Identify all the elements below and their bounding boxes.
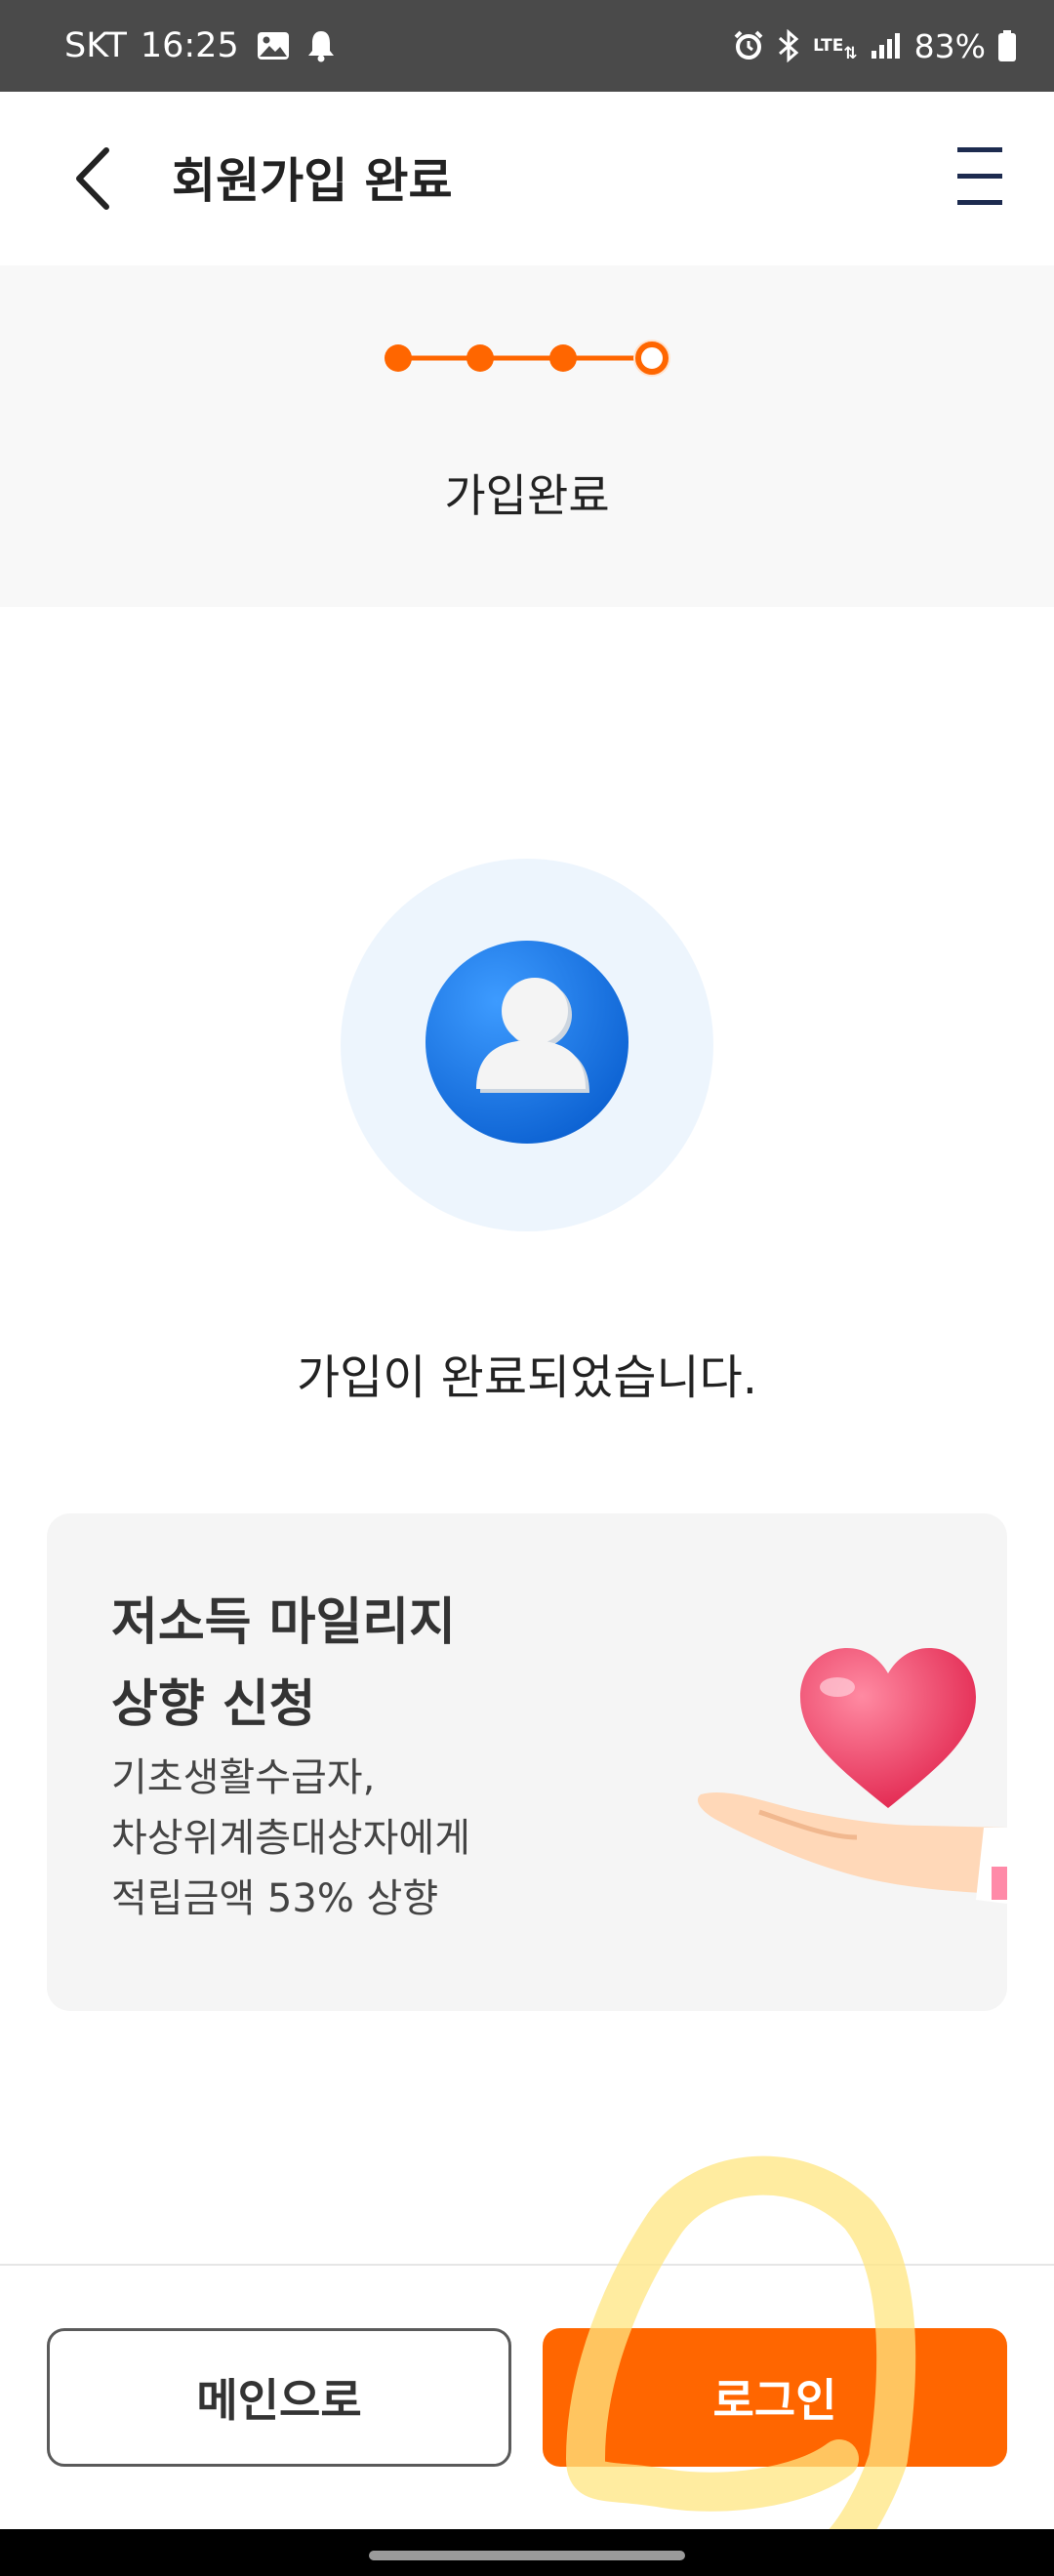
signup-steps: 가입완료 [0, 265, 1054, 607]
hamburger-menu-icon [957, 147, 1002, 205]
step-progress [385, 340, 670, 377]
login-button[interactable]: 로그인 [543, 2328, 1007, 2467]
alarm-icon [733, 30, 764, 61]
back-button[interactable] [59, 135, 127, 222]
promo-desc-line-1: 기초생활수급자, [111, 1755, 376, 1800]
promo-description: 기초생활수급자, 차상위계층대상자에게 적립금액 53% 상향 [111, 1748, 470, 1929]
promo-title-line-1: 저소득 마일리지 [111, 1593, 456, 1652]
promo-desc-line-2: 차상위계층대상자에게 [111, 1816, 470, 1861]
promo-card-low-income-mileage[interactable]: 저소득 마일리지 상향 신청 기초생활수급자, 차상위계층대상자에게 적립금액 … [47, 1513, 1007, 2011]
promo-title-line-2: 상향 신청 [111, 1675, 316, 1734]
step-dot-3 [549, 344, 577, 372]
go-main-button[interactable]: 메인으로 [47, 2328, 511, 2467]
user-avatar-icon [426, 941, 628, 1144]
status-right: LTE ⇅ 83% [721, 20, 1017, 72]
promo-title: 저소득 마일리지 상향 신청 [111, 1582, 456, 1746]
status-left: SKT 16:25 [64, 20, 335, 72]
clock-text: 16:25 [140, 26, 239, 65]
carrier-text: SKT [64, 26, 127, 65]
completion-message: 가입이 완료되었습니다. [296, 1350, 758, 1405]
notification-bell-icon [307, 29, 335, 62]
page-title: 회원가입 완료 [172, 153, 453, 209]
status-bar: SKT 16:25 LTE ⇅ 83% [0, 0, 1054, 92]
battery-icon [997, 29, 1017, 62]
chevron-left-icon [76, 147, 109, 210]
step-label: 가입완료 [444, 469, 610, 522]
gallery-icon [257, 31, 290, 60]
app-header: 회원가입 완료 [0, 92, 1054, 265]
promo-desc-line-3: 적립금액 53% 상향 [111, 1876, 439, 1921]
signal-icon [870, 31, 903, 60]
step-dot-1 [385, 344, 412, 372]
menu-button[interactable] [949, 141, 1011, 213]
home-indicator[interactable] [369, 2551, 685, 2560]
network-type-text: LTE [813, 36, 844, 56]
lte-icon: LTE ⇅ [813, 36, 858, 63]
heart-in-hand-icon [697, 1648, 1007, 1904]
battery-percent: 83% [913, 26, 986, 65]
bottom-divider [0, 2264, 1054, 2266]
bluetooth-icon [776, 29, 801, 62]
step-dot-2 [466, 344, 494, 372]
